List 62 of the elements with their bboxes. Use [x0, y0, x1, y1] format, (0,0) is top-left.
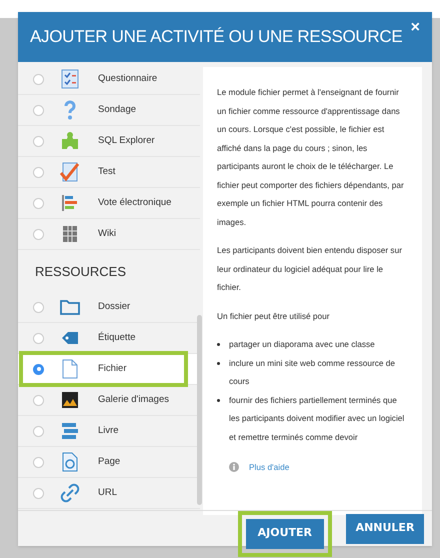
link-icon: [60, 483, 80, 503]
close-button[interactable]: ×: [410, 20, 420, 36]
image-icon: [61, 391, 79, 409]
module-label: Questionnaire: [98, 72, 158, 86]
description-text: Les participants doivent bien entendu disposer sur leur ordinateur du logiciel adéquat pour lire le fichier.: [217, 244, 403, 294]
description-text: Le module fichier permet à l'enseignant de fournir un fichier comme ressource d'apprentissage dans un cours. Lorsque c'est possible, le fichier est affiché dans la page du cours ; sinon, les participants auront le choix de le télécharger. Le fichier peut comporter des fichiers dépendants, par exemple un fichier HTML pourra contenir des images.: [217, 86, 405, 229]
module-label: Vote électronique: [98, 196, 172, 210]
radio-button[interactable]: [33, 74, 44, 84]
bar-chart-icon: [61, 194, 79, 212]
dialog-button[interactable]: ANNULER: [346, 514, 424, 544]
puzzle-icon: [60, 131, 80, 151]
module-option[interactable]: Fichier: [18, 354, 200, 385]
module-label: Wiki: [98, 226, 116, 241]
folder-icon: [60, 299, 80, 315]
list-item-text: fournir des fichiers partiellement terminés que les participants doivent modifier avec un logiciel et remettre terminés comme devoir: [229, 394, 406, 444]
radio-button[interactable]: [33, 394, 44, 406]
radio-button[interactable]: [33, 456, 44, 468]
section-heading: RESSOURCES: [34, 263, 128, 281]
web-page-icon: [62, 452, 78, 472]
radio-button[interactable]: [33, 166, 44, 178]
radio-button[interactable]: [33, 426, 44, 436]
module-label: Page: [98, 454, 120, 469]
module-option[interactable]: Test: [18, 157, 200, 188]
document-icon: [62, 359, 78, 379]
module-label: Galerie d'images: [98, 392, 169, 407]
description-text: Un fichier peut être utilisé pour: [217, 310, 331, 323]
module-option[interactable]: Dossier: [18, 292, 200, 323]
tag-icon: [60, 331, 80, 345]
radio-button[interactable]: [33, 364, 44, 374]
radio-button[interactable]: [33, 104, 44, 116]
dialog-button[interactable]: AJOUTER: [246, 518, 324, 548]
module-label: Test: [98, 164, 116, 179]
radio-button[interactable]: [33, 136, 44, 146]
list-item-text: partager un diaporama avec une classe: [229, 338, 375, 351]
dialog-title: AJOUTER UNE ACTIVITÉ OU UNE RESSOURCE: [30, 26, 402, 48]
question-mark-icon: [63, 100, 77, 120]
module-label: Sondage: [98, 102, 136, 117]
module-option[interactable]: Questionnaire: [18, 64, 200, 95]
module-option[interactable]: SQL Explorer: [18, 126, 200, 157]
radio-button[interactable]: [33, 332, 44, 344]
module-label: Dossier: [98, 300, 130, 314]
quiz-icon: [61, 69, 79, 89]
radio-button[interactable]: [33, 228, 44, 240]
bullet-icon: [217, 343, 220, 346]
bullet-icon: [217, 398, 220, 402]
module-option[interactable]: Sondage: [18, 95, 200, 126]
scrollbar[interactable]: [197, 315, 202, 505]
module-label: URL: [98, 486, 118, 500]
checkmark-document-icon: [60, 162, 80, 182]
module-option[interactable]: Vote électronique: [18, 188, 200, 219]
radio-button[interactable]: [33, 198, 44, 208]
module-label: Étiquette: [98, 330, 136, 345]
info-icon: [229, 462, 239, 472]
module-label: Fichier: [98, 362, 127, 376]
radio-button[interactable]: [33, 302, 44, 312]
help-link[interactable]: Plus d'aide: [249, 458, 290, 476]
module-option[interactable]: Wiki: [18, 219, 200, 250]
bullet-icon: [217, 362, 220, 364]
book-stack-icon: [61, 421, 79, 441]
module-label: SQL Explorer: [98, 134, 155, 148]
module-label: Livre: [98, 424, 119, 438]
radio-button[interactable]: [33, 488, 44, 498]
